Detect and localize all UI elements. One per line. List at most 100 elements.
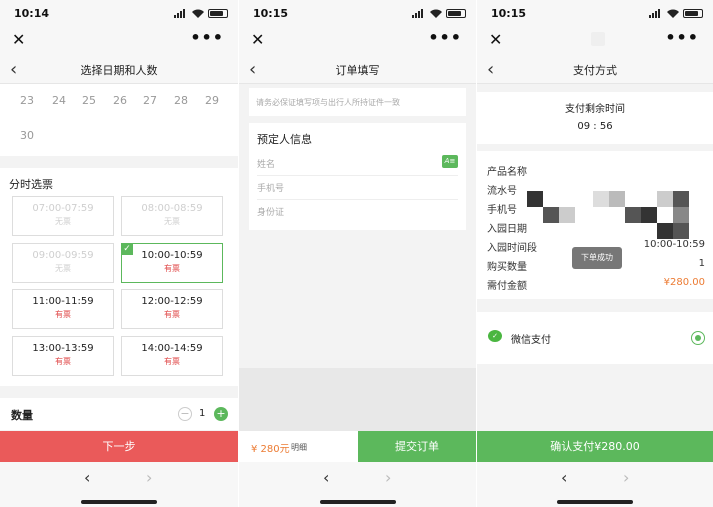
signal-icon: [649, 9, 663, 18]
date-cell[interactable]: 25: [82, 94, 96, 107]
time-slot[interactable]: 14:00-14:59 有票: [121, 336, 223, 376]
home-indicator: [557, 500, 633, 504]
time-slot[interactable]: 12:00-12:59 有票: [121, 289, 223, 329]
more-icon[interactable]: •••: [665, 28, 699, 47]
forward-chevron-icon[interactable]: ›: [385, 468, 391, 487]
status-time: 10:15: [253, 7, 289, 20]
info-value: 1: [698, 258, 705, 269]
status-bar: 10:15: [239, 0, 476, 28]
check-icon: ✓: [121, 243, 133, 255]
more-icon[interactable]: •••: [190, 28, 224, 47]
browser-bottom-nav: ‹ ›: [0, 462, 238, 507]
info-key: 入园日期: [487, 224, 527, 235]
quantity-row: 数量 − 1 +: [0, 398, 238, 430]
status-bar: 10:14: [0, 0, 238, 28]
phone-field[interactable]: 手机号: [257, 176, 458, 200]
battery-icon: [446, 9, 466, 18]
page-title: 选择日期和人数: [80, 64, 158, 77]
wifi-icon: [430, 9, 442, 18]
more-icon[interactable]: •••: [428, 28, 462, 47]
name-field[interactable]: 姓名 A≡: [257, 152, 458, 176]
submit-order-button[interactable]: 提交订单: [358, 431, 476, 462]
slot-status: 无票: [55, 264, 71, 273]
slot-time: 12:00-12:59: [141, 296, 203, 307]
payment-method-card[interactable]: ✓ 微信支付: [477, 312, 713, 364]
id-scan-icon[interactable]: A≡: [442, 155, 458, 168]
slot-status: 有票: [55, 357, 71, 366]
privacy-mosaic: [527, 187, 713, 239]
radio-selected-icon[interactable]: [691, 331, 705, 345]
date-grid: 23 24 25 26 27 28 29 30: [0, 84, 238, 156]
home-indicator: [81, 500, 157, 504]
browser-bottom-nav: ‹ ›: [477, 462, 713, 507]
time-slot[interactable]: 07:00-07:59 无票: [12, 196, 114, 236]
time-slot[interactable]: 11:00-11:59 有票: [12, 289, 114, 329]
total-price: ¥ 280元: [251, 444, 290, 455]
slot-section-title: 分时选票: [9, 178, 53, 191]
info-key: 产品名称: [487, 167, 527, 178]
phone-order-form: 10:15 ✕ ••• ‹ 订单填写 请务必保证填写项与出行人所持证件一致 预定…: [239, 0, 476, 507]
confirm-pay-button[interactable]: 确认支付¥280.00: [477, 431, 713, 462]
slot-time: 10:00-10:59: [141, 250, 203, 261]
date-cell[interactable]: 28: [174, 94, 188, 107]
back-chevron-icon[interactable]: ‹: [323, 468, 329, 487]
date-cell[interactable]: 24: [52, 94, 66, 107]
date-cell[interactable]: 27: [143, 94, 157, 107]
time-slot-selected[interactable]: ✓ 10:00-10:59 有票: [121, 243, 223, 283]
quantity-label: 数量: [11, 409, 33, 422]
slot-time: 07:00-07:59: [32, 203, 94, 214]
countdown-card: 支付剩余时间 09 : 56: [477, 92, 713, 144]
status-time: 10:15: [491, 7, 527, 20]
id-placeholder: 身份证: [257, 208, 285, 218]
status-icons: [649, 9, 703, 18]
date-cell[interactable]: 23: [20, 94, 34, 107]
webview-topbar: ✕ •••: [0, 28, 238, 54]
id-notice: 请务必保证填写项与出行人所持证件一致: [249, 88, 466, 116]
time-slot-section: 分时选票 07:00-07:59 无票 08:00-08:59 无票 09:00…: [0, 168, 238, 386]
phone-payment: 10:15 ✕ ••• ‹ 支付方式 支付剩余时间 09 : 56 产品名称 流…: [477, 0, 713, 507]
battery-icon: [683, 9, 703, 18]
slot-time: 14:00-14:59: [141, 343, 203, 354]
amount-due: ¥280.00: [663, 277, 705, 288]
wifi-icon: [192, 9, 204, 18]
quantity-plus-button[interactable]: +: [214, 407, 228, 421]
time-slot[interactable]: 08:00-08:59 无票: [121, 196, 223, 236]
time-slot[interactable]: 13:00-13:59 有票: [12, 336, 114, 376]
quantity-minus-button[interactable]: −: [178, 407, 192, 421]
close-icon[interactable]: ✕: [489, 30, 502, 49]
back-chevron-icon[interactable]: ‹: [84, 468, 90, 487]
home-indicator: [319, 500, 396, 504]
browser-bottom-nav: ‹ ›: [239, 462, 476, 507]
forward-chevron-icon[interactable]: ›: [146, 468, 152, 487]
date-cell[interactable]: 26: [113, 94, 127, 107]
next-step-button[interactable]: 下一步: [0, 431, 238, 462]
booker-info-title: 预定人信息: [257, 133, 312, 146]
page-title: 订单填写: [335, 64, 380, 77]
id-field[interactable]: 身份证: [257, 200, 458, 224]
webview-topbar: ✕ •••: [477, 28, 713, 54]
close-icon[interactable]: ✕: [251, 30, 264, 49]
battery-icon: [208, 9, 228, 18]
slot-status: 有票: [164, 310, 180, 319]
time-slot[interactable]: 09:00-09:59 无票: [12, 243, 114, 283]
info-key: 流水号: [487, 186, 517, 197]
price-bar: ¥ 280元 明细: [239, 431, 358, 462]
info-key: 购买数量: [487, 262, 527, 273]
phone-select-date: 10:14 ✕ ••• ‹ 选择日期和人数 23 24 25 26 27 28 …: [0, 0, 238, 507]
date-cell[interactable]: 29: [205, 94, 219, 107]
payment-method-label: 微信支付: [511, 335, 551, 346]
status-icons: [174, 9, 228, 18]
price-detail-link[interactable]: 明细: [291, 442, 307, 453]
slot-status: 无票: [164, 217, 180, 226]
forward-chevron-icon[interactable]: ›: [623, 468, 629, 487]
booker-info-card: 预定人信息 姓名 A≡ 手机号 身份证: [249, 123, 466, 230]
slot-status: 有票: [164, 264, 180, 273]
close-icon[interactable]: ✕: [12, 30, 25, 49]
countdown-value: 09 : 56: [577, 121, 613, 132]
date-cell[interactable]: 30: [20, 129, 34, 142]
slot-time: 09:00-09:59: [32, 250, 94, 261]
status-bar: 10:15: [477, 0, 713, 28]
back-chevron-icon[interactable]: ‹: [561, 468, 567, 487]
status-icons: [412, 9, 466, 18]
slot-status: 有票: [164, 357, 180, 366]
